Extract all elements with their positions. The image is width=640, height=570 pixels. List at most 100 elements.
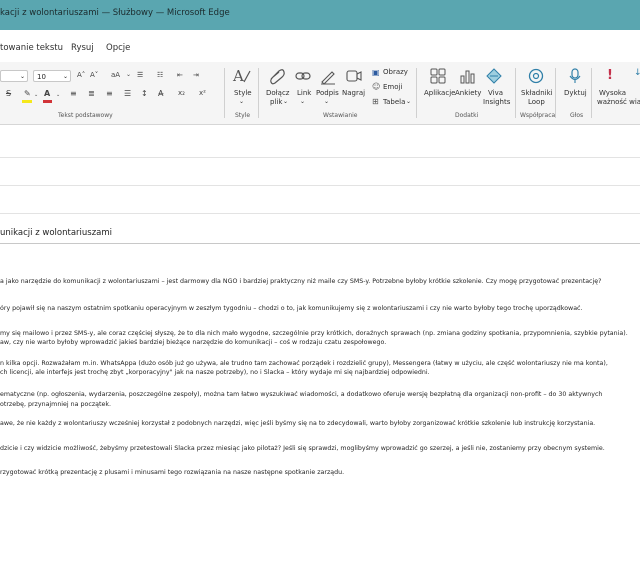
tab-format-text[interactable]: towanie tekstu: [0, 43, 63, 53]
body-paragraph: a jako narzędzie do komunikacji z wolont…: [0, 278, 602, 285]
record-button[interactable]: Nagraj: [342, 89, 365, 97]
loop-icon[interactable]: [528, 68, 544, 84]
signature-button[interactable]: Podpis: [316, 89, 339, 97]
polls-icon[interactable]: [459, 68, 475, 84]
low-importance-icon[interactable]: ↓: [634, 68, 640, 78]
styles-button[interactable]: Style: [234, 89, 252, 97]
group-label-addins: Dodatki: [455, 112, 479, 119]
increase-indent-icon[interactable]: ⇥: [193, 71, 199, 79]
bcc-field-divider: [0, 213, 640, 214]
subject-field-underline: [0, 243, 640, 244]
group-divider: [555, 68, 556, 118]
body-paragraph: óry pojawił się na naszym ostatnim spotk…: [0, 305, 583, 312]
subject-field[interactable]: unikacji z wolontariuszami: [0, 228, 112, 238]
body-paragraph: ematyczne (np. ogłoszenia, wydarzenia, p…: [0, 391, 603, 398]
tab-draw[interactable]: Rysuj: [71, 43, 94, 53]
highlight-icon[interactable]: ✎: [24, 89, 31, 98]
attach-file-label: plik: [270, 98, 283, 106]
align-left-icon[interactable]: ≡: [70, 89, 77, 98]
group-label-basic-text: Tekst podstawowy: [58, 112, 113, 119]
to-field-divider: [0, 157, 640, 158]
emoji-button[interactable]: Emoji: [383, 83, 402, 91]
group-label-style: Style: [235, 112, 251, 119]
decrease-indent-icon[interactable]: ⇤: [177, 71, 183, 79]
align-right-icon[interactable]: ≡: [106, 89, 113, 98]
font-size-value: 10: [37, 73, 46, 81]
group-label-voice: Głos: [570, 112, 584, 119]
body-paragraph: aw, czy nie warto byłoby wprowadzić jaki…: [0, 339, 387, 346]
group-label-insert: Wstawianie: [323, 112, 358, 119]
loop-components-button[interactable]: Składniki: [521, 89, 553, 97]
clear-format-icon[interactable]: A̶: [158, 89, 163, 98]
microphone-icon[interactable]: [569, 68, 581, 84]
font-name-dropdown[interactable]: ⌄: [0, 70, 28, 82]
subscript-icon[interactable]: x₂: [178, 89, 185, 97]
font-grow-icon[interactable]: A˄: [77, 71, 85, 79]
group-divider: [258, 68, 259, 118]
chevron-down-icon: ⌄: [19, 73, 25, 80]
group-label-collab: Współpraca: [520, 112, 556, 119]
body-paragraph: rzygotować krótką prezentację z plusami …: [0, 469, 345, 476]
title-bar: kacji z wolontariuszami — Służbowy — Mic…: [0, 0, 640, 30]
group-divider: [591, 68, 592, 118]
change-case-icon[interactable]: aA: [111, 71, 120, 79]
chevron-down-icon[interactable]: ⌄: [300, 98, 305, 105]
table-icon[interactable]: ⊞: [372, 97, 379, 106]
bullets-icon[interactable]: ☰: [137, 71, 143, 79]
numbering-icon[interactable]: ☷: [157, 71, 163, 79]
body-paragraph: awe, że nie każdy z wolontariuszy wcześn…: [0, 420, 596, 427]
body-paragraph: dzicie i czy widzicie możliwość, żebyśmy…: [0, 445, 605, 452]
apps-button[interactable]: Aplikacje: [424, 89, 455, 97]
chevron-down-icon[interactable]: ⌄: [126, 71, 131, 78]
record-icon[interactable]: [346, 69, 362, 83]
signature-icon[interactable]: [320, 68, 336, 85]
align-center-icon[interactable]: ≣: [88, 89, 95, 98]
group-divider: [416, 68, 417, 118]
ribbon: ⌄ 10 ⌄ A˄ A˅ aA ⌄ ☰ ☷ ⇤ ⇥ S ✎ ⌄ A ⌄ ≡ ≣ ≡…: [0, 62, 640, 125]
chevron-down-icon[interactable]: ⌄: [406, 98, 411, 105]
cc-field-divider: [0, 185, 640, 186]
justify-icon[interactable]: ☰: [124, 89, 131, 98]
group-divider: [224, 68, 225, 118]
chevron-down-icon[interactable]: ⌄: [34, 92, 38, 98]
viva-insights-button[interactable]: Viva: [488, 89, 503, 97]
emoji-icon[interactable]: ☺: [372, 82, 380, 91]
dictate-button[interactable]: Dyktuj: [564, 89, 587, 97]
link-icon[interactable]: [295, 69, 311, 83]
high-importance-label: ważność wia: [597, 98, 640, 106]
superscript-icon[interactable]: x²: [199, 89, 206, 97]
font-size-dropdown[interactable]: 10 ⌄: [33, 70, 71, 82]
viva-insights-icon[interactable]: [486, 68, 502, 84]
highlight-color-swatch: [22, 100, 32, 103]
svg-text:A: A: [232, 67, 244, 85]
image-icon[interactable]: ▣: [372, 68, 380, 77]
table-button[interactable]: Tabela: [383, 98, 405, 106]
chevron-down-icon[interactable]: ⌄: [324, 98, 329, 105]
high-importance-icon[interactable]: !: [607, 68, 613, 83]
images-button[interactable]: Obrazy: [383, 68, 408, 76]
chevron-down-icon[interactable]: ⌄: [239, 98, 244, 105]
strikethrough-icon[interactable]: S: [6, 89, 11, 98]
ribbon-tabs: towanie tekstu Rysuj Opcje: [0, 30, 640, 62]
apps-icon[interactable]: [430, 68, 446, 84]
body-paragraph: otrzebę, przynajmniej na początek.: [0, 401, 111, 408]
group-divider: [515, 68, 516, 118]
font-color-icon[interactable]: A: [44, 89, 50, 98]
chevron-down-icon: ⌄: [62, 73, 68, 80]
line-spacing-icon[interactable]: ↕: [141, 89, 148, 98]
chevron-down-icon[interactable]: ⌄: [56, 92, 60, 98]
chevron-down-icon[interactable]: ⌄: [283, 98, 288, 105]
loop-components-label: Loop: [528, 98, 545, 106]
font-color-swatch: [43, 100, 52, 103]
tab-options[interactable]: Opcje: [106, 43, 130, 53]
styles-icon[interactable]: A: [232, 67, 251, 85]
link-button[interactable]: Link: [297, 89, 311, 97]
viva-insights-label: Insights: [483, 98, 511, 106]
window-title: kacji z wolontariuszami — Służbowy — Mic…: [0, 8, 230, 18]
polls-button[interactable]: Ankiety: [455, 89, 481, 97]
paperclip-icon[interactable]: [268, 68, 286, 85]
body-paragraph: ch licencji, ale interfejs jest trochę z…: [0, 369, 430, 376]
font-shrink-icon[interactable]: A˅: [90, 71, 98, 79]
attach-file-button[interactable]: Dołącz: [266, 89, 289, 97]
high-importance-button[interactable]: Wysoka: [599, 89, 626, 97]
